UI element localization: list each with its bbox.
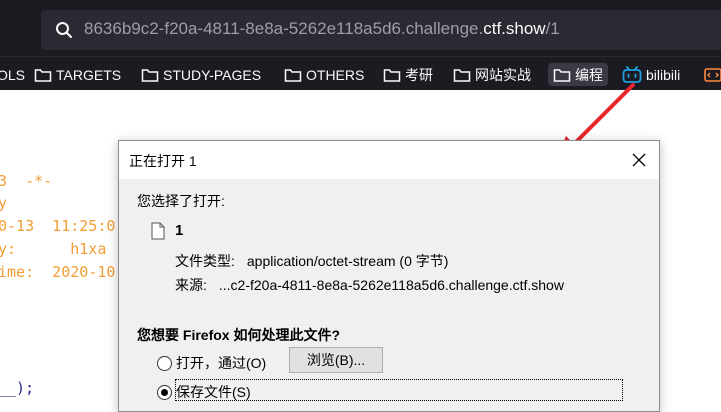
file-type-value: application/octet-stream (0 字节) xyxy=(246,253,449,269)
folder-icon xyxy=(383,68,401,82)
bookmark-study-pages[interactable]: STUDY-PAGES xyxy=(141,63,261,86)
url-bar[interactable]: 8636b9c2-f20a-4811-8e8a-5262e118a5d6.cha… xyxy=(41,10,721,50)
url-text[interactable]: 8636b9c2-f20a-4811-8e8a-5262e118a5d6.cha… xyxy=(84,19,560,39)
open-file-dialog: 正在打开 1 您选择了打开: 1 文件类型: application/octet-… xyxy=(118,140,660,412)
code-line: y xyxy=(0,194,8,212)
save-file-label: 保存文件(S) xyxy=(176,384,251,400)
bookmark-tools[interactable]: OLS xyxy=(0,63,25,86)
dialog-titlebar: 正在打开 1 xyxy=(119,141,659,179)
file-source-row: 来源: ...c2-f20a-4811-8e8a-5262e118a5d6.cha… xyxy=(175,275,564,295)
code-icon xyxy=(704,67,721,82)
bookmark-label: bilibili xyxy=(646,66,681,83)
bookmark-others[interactable]: OTHERS xyxy=(284,63,364,86)
file-source-value: ...c2-f20a-4811-8e8a-5262e118a5d6.challe… xyxy=(218,277,564,293)
close-icon[interactable] xyxy=(629,150,649,170)
file-name: 1 xyxy=(175,222,184,239)
file-icon xyxy=(151,222,165,240)
save-file-radio[interactable] xyxy=(157,384,172,400)
dialog-body: 您选择了打开: 1 文件类型: application/octet-stream … xyxy=(119,179,659,411)
bookmark-label: 网站实战 xyxy=(475,66,531,83)
bookmark-kaoyan[interactable]: 考研 xyxy=(383,63,433,86)
open-with-radio[interactable] xyxy=(157,355,172,371)
bookmark-label: TARGETS xyxy=(56,66,122,83)
bookmark-label: OLS xyxy=(0,66,26,83)
file-type-row: 文件类型: application/octet-stream (0 字节) xyxy=(175,251,448,271)
browse-button[interactable]: 浏览(B)... xyxy=(289,347,383,373)
open-with-option[interactable]: 打开，通过(O) xyxy=(157,353,266,373)
file-source-label: 来源: xyxy=(175,277,207,293)
bookmark-targets[interactable]: TARGETS xyxy=(34,63,121,86)
handle-question: 您想要 Firefox 如何处理此文件? xyxy=(137,327,341,343)
folder-icon xyxy=(453,68,471,82)
bookmark-label: 考研 xyxy=(405,66,433,83)
bookmark-label: STUDY-PAGES xyxy=(163,66,262,83)
folder-icon xyxy=(34,68,52,82)
open-with-label: 打开，通过(O) xyxy=(176,355,267,371)
search-icon xyxy=(56,22,72,38)
folder-icon xyxy=(284,68,302,82)
code-line: y: h1xa xyxy=(0,240,107,258)
bookmark-label: OTHERS xyxy=(306,66,365,83)
folder-icon xyxy=(141,68,159,82)
bookmark-partial[interactable] xyxy=(704,63,721,86)
code-line: 0-13 11:25:0 xyxy=(0,217,116,235)
file-type-label: 文件类型: xyxy=(175,253,235,269)
code-line: 3 -*- xyxy=(0,172,53,190)
chosen-label: 您选择了打开: xyxy=(137,193,225,209)
code-line: __); xyxy=(0,379,35,397)
browser-toolbar: 8636b9c2-f20a-4811-8e8a-5262e118a5d6.cha… xyxy=(0,0,721,56)
dialog-title: 正在打开 1 xyxy=(129,153,197,169)
bookmark-wangzhan-shizhan[interactable]: 网站实战 xyxy=(453,63,531,86)
save-file-option[interactable]: 保存文件(S) xyxy=(157,382,251,402)
code-line: ime: 2020-10 xyxy=(0,263,116,281)
